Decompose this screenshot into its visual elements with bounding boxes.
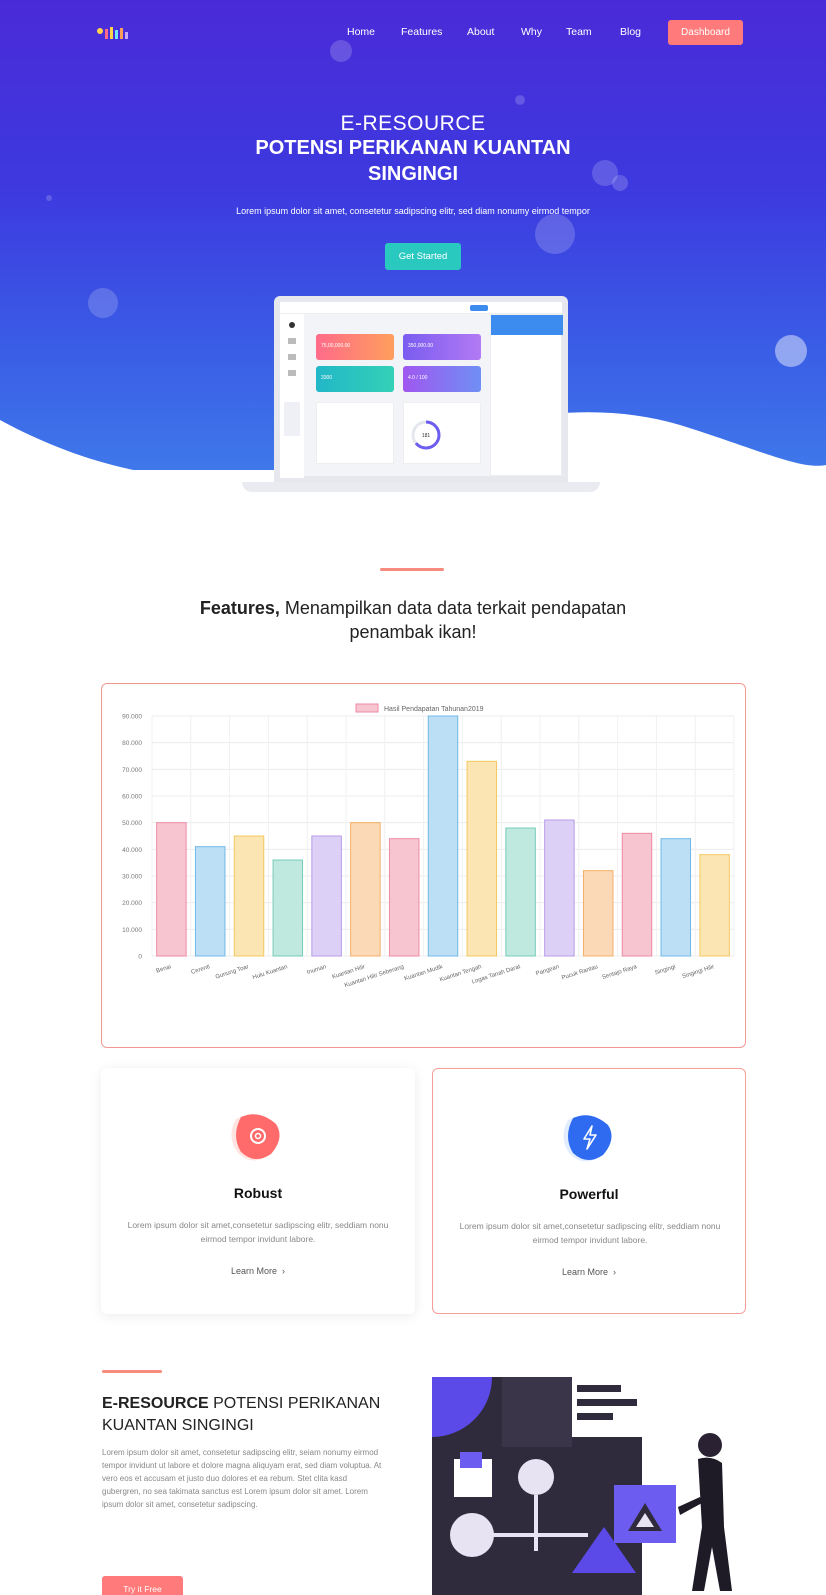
preview-sidebar <box>280 314 304 478</box>
x-tick-label: Inuman <box>306 964 327 976</box>
y-tick-label: 0 <box>138 954 142 961</box>
dashboard-button[interactable]: Dashboard <box>668 20 743 45</box>
nav-features-link[interactable]: Features <box>401 26 442 38</box>
chart-bar <box>156 822 187 957</box>
card-title: Robust <box>233 1185 283 1201</box>
feature-card-robust: Robust Lorem ipsum dolor sit amet,conset… <box>101 1068 415 1314</box>
logo-icon[interactable] <box>95 24 133 42</box>
features-title: Features, Menampilkan data data terkait … <box>0 596 826 644</box>
laptop-base <box>242 482 600 492</box>
x-tick-label: Singingi <box>654 964 676 976</box>
features-title-bold: Features, <box>199 598 280 618</box>
preview-list-panel <box>316 402 394 464</box>
x-tick-label: Pangean <box>535 964 560 977</box>
chevron-right-icon: › <box>282 1266 286 1276</box>
preview-card-3: 3300 <box>316 366 394 392</box>
preview-card-1: 75,00,000.00 <box>316 334 394 360</box>
preview-topbar <box>280 302 562 314</box>
gear-icon <box>231 1114 280 1161</box>
chart-bar <box>233 835 265 957</box>
x-tick-label: Pucuk Rantau <box>561 964 599 981</box>
features-title-line2: penambak ikan! <box>349 622 477 642</box>
chart-bar <box>272 859 304 957</box>
features-accent-line <box>380 568 444 571</box>
about-title-bold: E-RESOURCE <box>102 1395 209 1412</box>
chart-bar <box>621 832 653 957</box>
about-text: Lorem ipsum dolor sit amet, consetetur s… <box>102 1448 382 1509</box>
hero-title-line1: E-RESOURCE <box>340 112 486 135</box>
chevron-right-icon: › <box>613 1267 617 1277</box>
chart-bar <box>427 715 459 957</box>
decor-bubble <box>515 95 525 105</box>
about-accent-line <box>102 1370 162 1373</box>
svg-text:181: 181 <box>422 433 431 439</box>
decor-bubble <box>535 214 575 254</box>
chart-bar <box>388 838 420 957</box>
get-started-button[interactable]: Get Started <box>385 243 461 270</box>
legend-swatch <box>355 703 379 713</box>
x-tick-label: Sentajo Raya <box>601 964 638 981</box>
chart-bar <box>582 870 614 957</box>
y-tick-label: 30.000 <box>122 874 142 881</box>
about-illustration <box>432 1377 732 1595</box>
nav-blog-link[interactable]: Blog <box>620 26 641 38</box>
x-tick-label: Benai <box>156 964 172 974</box>
about-title: E-RESOURCE POTENSI PERIKANAN KUANTAN SIN… <box>102 1393 402 1437</box>
hero-title-line3: SINGINGI <box>367 163 458 185</box>
y-tick-label: 60.000 <box>122 794 142 801</box>
y-tick-label: 70.000 <box>122 767 142 774</box>
decor-bubble <box>46 195 52 201</box>
x-tick-label: Hulu Kuantan <box>252 964 288 981</box>
top-nav: Home Features About Why Team Blog Dashbo… <box>0 18 826 48</box>
chart-bar <box>699 854 730 957</box>
y-tick-label: 90.000 <box>122 714 142 721</box>
card-text: Lorem ipsum dolor sit amet,consetetur sa… <box>127 1220 389 1244</box>
nav-home-link[interactable]: Home <box>347 26 375 38</box>
preview-right-panel <box>490 314 563 476</box>
preview-card-2: 350,000.00 <box>403 334 481 360</box>
card-title: Powerful <box>559 1186 619 1202</box>
chart-bar <box>311 835 342 957</box>
hero-subtitle: Lorem ipsum dolor sit amet, consetetur s… <box>236 206 590 216</box>
preview-donut: 181 <box>411 420 441 450</box>
x-tick-label: Kuantan Mudik <box>404 964 445 982</box>
try-it-free-button[interactable]: Try it Free <box>102 1576 183 1595</box>
x-tick-label: Singingi Hilir <box>682 964 716 980</box>
y-tick-label: 50.000 <box>122 820 142 827</box>
income-bar-chart: Hasil Pendapatan Tahunan2019 0 10.000 20.00… <box>122 703 735 989</box>
learn-more-link[interactable]: Learn More › <box>433 1267 745 1277</box>
x-tick-label: Cerenti <box>191 964 211 976</box>
chart-bar <box>505 827 536 957</box>
chart-bar <box>194 846 226 957</box>
features-title-rest: Menampilkan data data terkait pendapatan <box>279 598 627 618</box>
nav-why-link[interactable]: Why <box>521 26 542 38</box>
laptop-mockup: 75,00,000.00 350,000.00 3300 4.0 / 100 1… <box>242 296 600 494</box>
learn-more-link[interactable]: Learn More › <box>101 1266 415 1276</box>
nav-about-link[interactable]: About <box>467 26 494 38</box>
legend-label: Hasil Pendapatan Tahunan2019 <box>384 706 484 713</box>
chart-bar <box>466 760 498 957</box>
preview-topbar-button <box>470 305 488 311</box>
income-chart-card: Hasil Pendapatan Tahunan2019 0 10.000 20.00… <box>101 683 746 1048</box>
chart-bar <box>544 819 575 957</box>
feature-card-powerful: Powerful Lorem ipsum dolor sit amet,cons… <box>432 1068 746 1314</box>
preview-card-4: 4.0 / 100 <box>403 366 481 392</box>
page: Home Features About Why Team Blog Dashbo… <box>0 0 826 1595</box>
nav-team-link[interactable]: Team <box>566 26 592 38</box>
decor-bubble <box>88 288 118 318</box>
y-tick-label: 20.000 <box>122 900 142 907</box>
decor-bubble <box>775 335 807 367</box>
preview-donut-panel: 181 <box>403 402 481 464</box>
bolt-icon <box>563 1115 612 1162</box>
chart-bar <box>350 822 381 957</box>
hero-title-line2: POTENSI PERIKANAN KUANTAN <box>255 137 571 159</box>
x-tick-label: Gunung Toar <box>215 964 250 980</box>
chart-bar <box>660 838 692 957</box>
y-tick-label: 40.000 <box>122 847 142 854</box>
y-tick-label: 10.000 <box>122 927 142 934</box>
dashboard-preview: 75,00,000.00 350,000.00 3300 4.0 / 100 1… <box>274 296 568 482</box>
y-tick-label: 80.000 <box>122 740 142 747</box>
card-text: Lorem ipsum dolor sit amet,consetetur sa… <box>459 1221 721 1245</box>
